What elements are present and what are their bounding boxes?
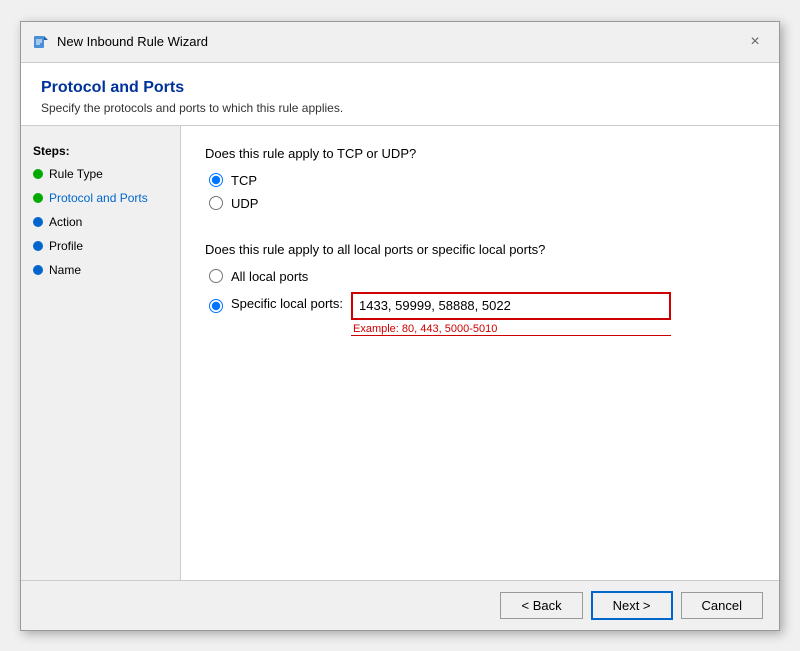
specific-ports-input[interactable]	[351, 292, 671, 320]
all-ports-radio[interactable]	[209, 269, 223, 283]
page-subtitle: Specify the protocols and ports to which…	[41, 101, 759, 115]
sidebar-item-profile[interactable]: Profile	[21, 234, 180, 258]
tcp-option[interactable]: TCP	[209, 173, 755, 188]
section-divider	[205, 231, 755, 232]
sidebar-item-name[interactable]: Name	[21, 258, 180, 282]
back-button[interactable]: < Back	[500, 592, 582, 619]
sidebar-label-rule-type: Rule Type	[49, 167, 103, 181]
tcp-udp-question: Does this rule apply to TCP or UDP?	[205, 146, 755, 161]
sidebar-label-protocol-ports: Protocol and Ports	[49, 191, 148, 205]
specific-ports-radio[interactable]	[209, 299, 223, 313]
sidebar-label-name: Name	[49, 263, 81, 277]
sidebar-label-action: Action	[49, 215, 82, 229]
dialog-window: New Inbound Rule Wizard × Protocol and P…	[20, 21, 780, 631]
next-button[interactable]: Next >	[591, 591, 673, 620]
main-panel: Does this rule apply to TCP or UDP? TCP …	[181, 126, 779, 580]
ports-question: Does this rule apply to all local ports …	[205, 242, 755, 257]
wizard-icon	[33, 34, 49, 50]
udp-radio[interactable]	[209, 196, 223, 210]
steps-label: Steps:	[21, 140, 180, 162]
ports-input-container: Example: 80, 443, 5000-5010	[351, 292, 671, 336]
sidebar-item-protocol-ports[interactable]: Protocol and Ports	[21, 186, 180, 210]
udp-option[interactable]: UDP	[209, 196, 755, 211]
all-ports-label: All local ports	[231, 269, 308, 284]
specific-ports-section: Specific local ports: Example: 80, 443, …	[209, 292, 755, 336]
ports-example-text: Example: 80, 443, 5000-5010	[351, 323, 671, 336]
dialog-footer: < Back Next > Cancel	[21, 580, 779, 630]
tcp-udp-radio-group: TCP UDP	[205, 173, 755, 211]
page-title: Protocol and Ports	[41, 79, 759, 97]
close-button[interactable]: ×	[743, 30, 767, 54]
cancel-button[interactable]: Cancel	[681, 592, 763, 619]
title-bar: New Inbound Rule Wizard ×	[21, 22, 779, 63]
tcp-radio[interactable]	[209, 173, 223, 187]
step-dot-name	[33, 265, 43, 275]
specific-ports-option[interactable]: Specific local ports:	[209, 292, 343, 313]
udp-label: UDP	[231, 196, 258, 211]
step-dot-profile	[33, 241, 43, 251]
dialog-title: New Inbound Rule Wizard	[57, 34, 208, 49]
sidebar-label-profile: Profile	[49, 239, 83, 253]
sidebar: Steps: Rule Type Protocol and Ports Acti…	[21, 126, 181, 580]
sidebar-item-rule-type[interactable]: Rule Type	[21, 162, 180, 186]
ports-radio-group: All local ports Specific local ports: Ex…	[205, 269, 755, 336]
step-dot-action	[33, 217, 43, 227]
specific-ports-label: Specific local ports:	[231, 296, 343, 311]
sidebar-item-action[interactable]: Action	[21, 210, 180, 234]
all-ports-option[interactable]: All local ports	[209, 269, 755, 284]
step-dot-protocol-ports	[33, 193, 43, 203]
step-dot-rule-type	[33, 169, 43, 179]
tcp-label: TCP	[231, 173, 257, 188]
header-section: Protocol and Ports Specify the protocols…	[21, 63, 779, 126]
content-area: Steps: Rule Type Protocol and Ports Acti…	[21, 126, 779, 580]
